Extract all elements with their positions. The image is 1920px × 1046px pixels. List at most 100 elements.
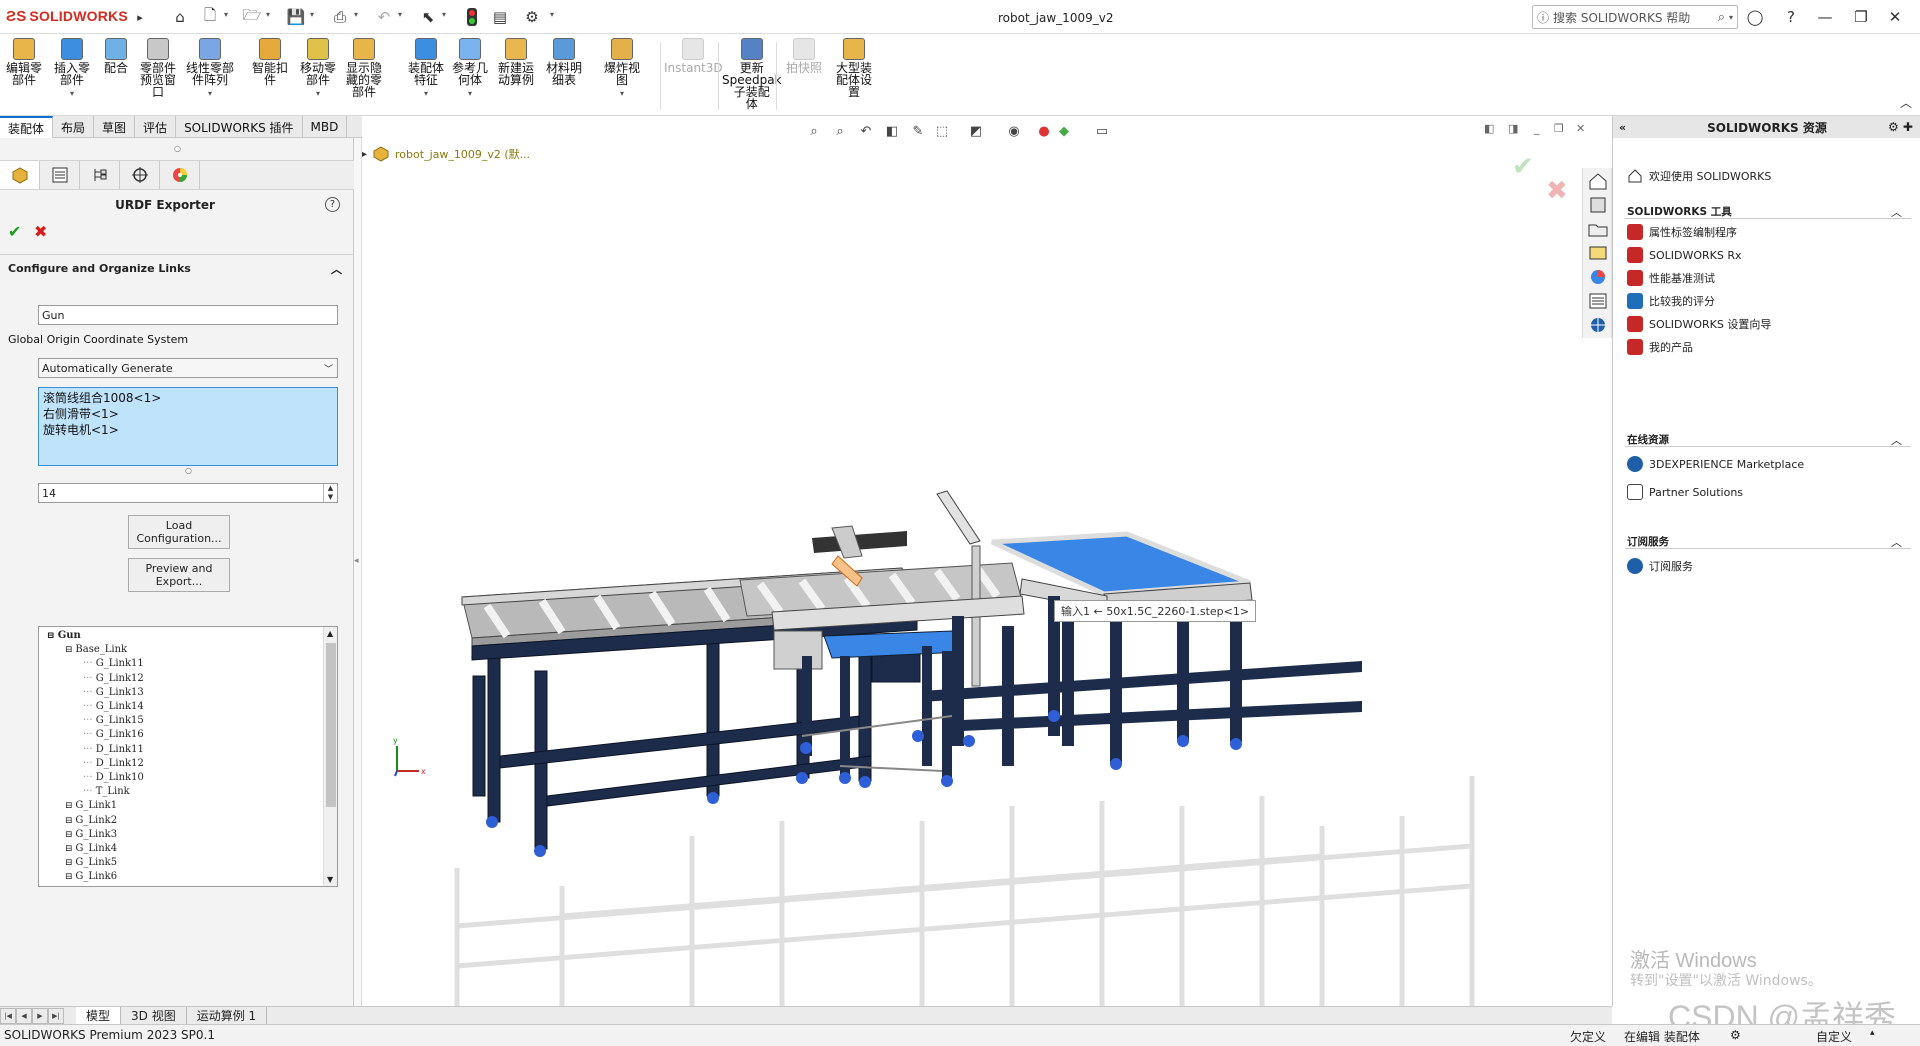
cm-tab-1[interactable]: 布局 bbox=[53, 116, 95, 138]
tree-item[interactable]: ··· G_Link11 bbox=[83, 657, 144, 671]
tree-item[interactable]: ⊟ G_Link2 bbox=[65, 814, 117, 828]
component-list-item[interactable]: 滚筒线组合1008<1> bbox=[43, 390, 333, 406]
panel-grip-icon[interactable]: ○ bbox=[174, 144, 181, 153]
ribbon-button-12[interactable]: 爆炸视 图 ▾ bbox=[604, 38, 640, 100]
scroll-up-icon[interactable]: ▲ bbox=[327, 629, 333, 638]
ribbon-button-8[interactable]: 装配体 特征 ▾ bbox=[408, 38, 444, 100]
print-icon[interactable]: ⎙ bbox=[330, 7, 350, 27]
tree-item[interactable]: ⊟ G_Link3 bbox=[65, 828, 117, 842]
ribbon-button-1[interactable]: 插入零 部件 ▾ bbox=[54, 38, 90, 100]
last-tab-icon[interactable]: ▶| bbox=[48, 1007, 64, 1024]
chevron-up-icon[interactable]: ︿ bbox=[1891, 534, 1902, 550]
open-folder-icon[interactable]: 🗁 bbox=[242, 6, 262, 27]
chevron-down-icon[interactable]: ▾ bbox=[70, 88, 74, 100]
tree-item[interactable]: ⊟ G_Link6 bbox=[65, 870, 117, 884]
component-list-item[interactable]: 右侧滑带<1> bbox=[43, 406, 333, 422]
tree-item[interactable]: ⊟ Gun bbox=[47, 629, 81, 643]
assembly-model-view[interactable]: y x bbox=[362, 116, 1612, 1006]
minimize-icon[interactable]: — bbox=[1814, 7, 1836, 27]
feature-manager-tab-icon[interactable] bbox=[0, 161, 40, 189]
tool-link-2[interactable]: 性能基准测试 bbox=[1627, 270, 1715, 286]
tree-item[interactable]: ··· D_Link12 bbox=[83, 757, 144, 771]
ribbon-button-3[interactable]: 零部件 预览窗 口 bbox=[140, 38, 176, 98]
collapse-node-icon[interactable]: ⊟ bbox=[65, 801, 75, 811]
configuration-manager-tab-icon[interactable] bbox=[80, 161, 120, 189]
ribbon-button-11[interactable]: 材料明 细表 bbox=[546, 38, 582, 86]
scroll-thumb[interactable] bbox=[326, 643, 336, 807]
search-icon[interactable]: ⌕ bbox=[1718, 10, 1725, 25]
chevron-up-icon[interactable]: ▴ bbox=[1870, 1028, 1875, 1038]
chevron-down-icon[interactable]: ▾ bbox=[398, 10, 406, 19]
load-config-button[interactable]: Load Configuration... bbox=[128, 515, 230, 549]
chevron-down-icon[interactable]: ▾ bbox=[442, 10, 450, 19]
cm-tab-4[interactable]: SOLIDWORKS 插件 bbox=[176, 116, 303, 138]
marketplace-link[interactable]: 3DEXPERIENCE Marketplace bbox=[1627, 456, 1804, 472]
rebuild-status-icon[interactable]: ⚙ bbox=[1730, 1028, 1741, 1042]
help-search-input[interactable]: ⓘ 搜索 SOLIDWORKS 帮助 ⌕ ▾ bbox=[1532, 5, 1738, 29]
preview-export-button[interactable]: Preview and Export... bbox=[128, 558, 230, 592]
ok-check-icon[interactable]: ✔ bbox=[8, 222, 21, 241]
panel-splitter[interactable]: ◂ bbox=[354, 138, 362, 1006]
help-circle-icon[interactable]: ? bbox=[1780, 7, 1802, 27]
partner-solutions-link[interactable]: Partner Solutions bbox=[1627, 484, 1743, 500]
collapse-node-icon[interactable]: ⊟ bbox=[65, 830, 75, 840]
collapse-ribbon-icon[interactable]: ︿ bbox=[1900, 94, 1912, 111]
ribbon-button-2[interactable]: 配合 bbox=[104, 38, 128, 74]
chevron-down-icon[interactable]: ▾ bbox=[266, 10, 274, 19]
prev-tab-icon[interactable]: ◀ bbox=[16, 1007, 32, 1024]
spin-arrows-icon[interactable]: ▲ ▼ bbox=[323, 484, 337, 502]
chevron-down-icon[interactable]: ▾ bbox=[550, 10, 558, 19]
ribbon-button-6[interactable]: 移动零 部件 ▾ bbox=[300, 38, 336, 100]
status-units[interactable]: 自定义 bbox=[1816, 1028, 1852, 1045]
tool-link-0[interactable]: 属性标签编制程序 bbox=[1627, 224, 1737, 240]
tree-item[interactable]: ··· D_Link10 bbox=[83, 771, 144, 785]
collapse-node-icon[interactable]: ⊟ bbox=[65, 844, 75, 854]
chevron-down-icon[interactable]: ▾ bbox=[310, 10, 318, 19]
cm-tab-3[interactable]: 评估 bbox=[135, 116, 177, 138]
cm-tab-5[interactable]: MBD bbox=[303, 116, 348, 138]
tree-item[interactable]: ··· G_Link15 bbox=[83, 714, 144, 728]
collapse-pane-icon[interactable]: « bbox=[1619, 121, 1626, 134]
chevron-up-icon[interactable]: ︿ bbox=[1891, 204, 1902, 220]
cm-tab-0[interactable]: 装配体 bbox=[0, 116, 54, 138]
collapse-node-icon[interactable]: ⊟ bbox=[65, 858, 75, 868]
collapse-panel-icon[interactable]: ◂ bbox=[354, 556, 359, 566]
undo-icon[interactable]: ↶ bbox=[374, 7, 394, 27]
chevron-up-icon[interactable]: ︿ bbox=[331, 261, 342, 277]
tree-item[interactable]: ··· G_Link13 bbox=[83, 686, 144, 700]
user-account-icon[interactable]: ◯ bbox=[1744, 7, 1766, 27]
ribbon-button-15[interactable]: 拍快照 bbox=[786, 38, 822, 74]
chevron-down-icon[interactable]: ▾ bbox=[1729, 13, 1733, 22]
chevron-down-icon[interactable]: ▾ bbox=[620, 88, 624, 100]
ribbon-button-16[interactable]: 大型装 配体设 置 bbox=[836, 38, 872, 98]
tool-link-3[interactable]: 比较我的评分 bbox=[1627, 293, 1715, 309]
scroll-down-icon[interactable]: ▼ bbox=[327, 875, 333, 884]
ribbon-button-5[interactable]: 智能扣 件 bbox=[252, 38, 288, 86]
save-icon[interactable]: 💾 bbox=[286, 7, 306, 27]
dimxpert-tab-icon[interactable] bbox=[120, 161, 160, 189]
menu-expand-icon[interactable]: ▸ bbox=[130, 7, 150, 27]
tree-item[interactable]: ⊟ Base_Link bbox=[65, 643, 127, 657]
group-header[interactable]: Configure and Organize Links ︿ bbox=[0, 254, 354, 282]
component-list[interactable]: 滚筒线组合1008<1> 右侧滑带<1> 旋转电机<1> bbox=[38, 387, 338, 466]
home-icon[interactable]: ⌂ bbox=[170, 7, 190, 27]
chevron-down-icon[interactable]: ▾ bbox=[468, 88, 472, 100]
tree-item[interactable]: ⊟ G_Link5 bbox=[65, 856, 117, 870]
bottom-tab-0[interactable]: 模型 bbox=[76, 1006, 122, 1025]
chevron-down-icon[interactable]: ▾ bbox=[224, 10, 232, 19]
chevron-up-icon[interactable]: ︿ bbox=[1891, 432, 1902, 448]
tool-link-1[interactable]: SOLIDWORKS Rx bbox=[1627, 247, 1742, 263]
help-icon[interactable]: ? bbox=[325, 197, 340, 212]
tree-scrollbar[interactable]: ▲ ▼ bbox=[323, 627, 337, 886]
collapse-node-icon[interactable]: ⊟ bbox=[65, 816, 75, 826]
select-cursor-icon[interactable]: ⬉ bbox=[418, 7, 438, 27]
first-tab-icon[interactable]: |◀ bbox=[0, 1007, 16, 1024]
coord-sys-select[interactable]: Automatically Generate ﹀ bbox=[38, 358, 338, 378]
ribbon-button-14[interactable]: 更新 Speedpak 子装配 体 bbox=[722, 38, 782, 110]
ribbon-button-4[interactable]: 线性零部 件阵列 ▾ bbox=[186, 38, 234, 100]
next-tab-icon[interactable]: ▶ bbox=[32, 1007, 48, 1024]
component-list-item[interactable]: 旋转电机<1> bbox=[43, 422, 333, 438]
tree-item[interactable]: ··· D_Link11 bbox=[83, 743, 144, 757]
solidworks-logo[interactable]: ƧS SOLIDWORKS bbox=[6, 8, 128, 25]
file-properties-icon[interactable]: ▤ bbox=[490, 7, 510, 27]
